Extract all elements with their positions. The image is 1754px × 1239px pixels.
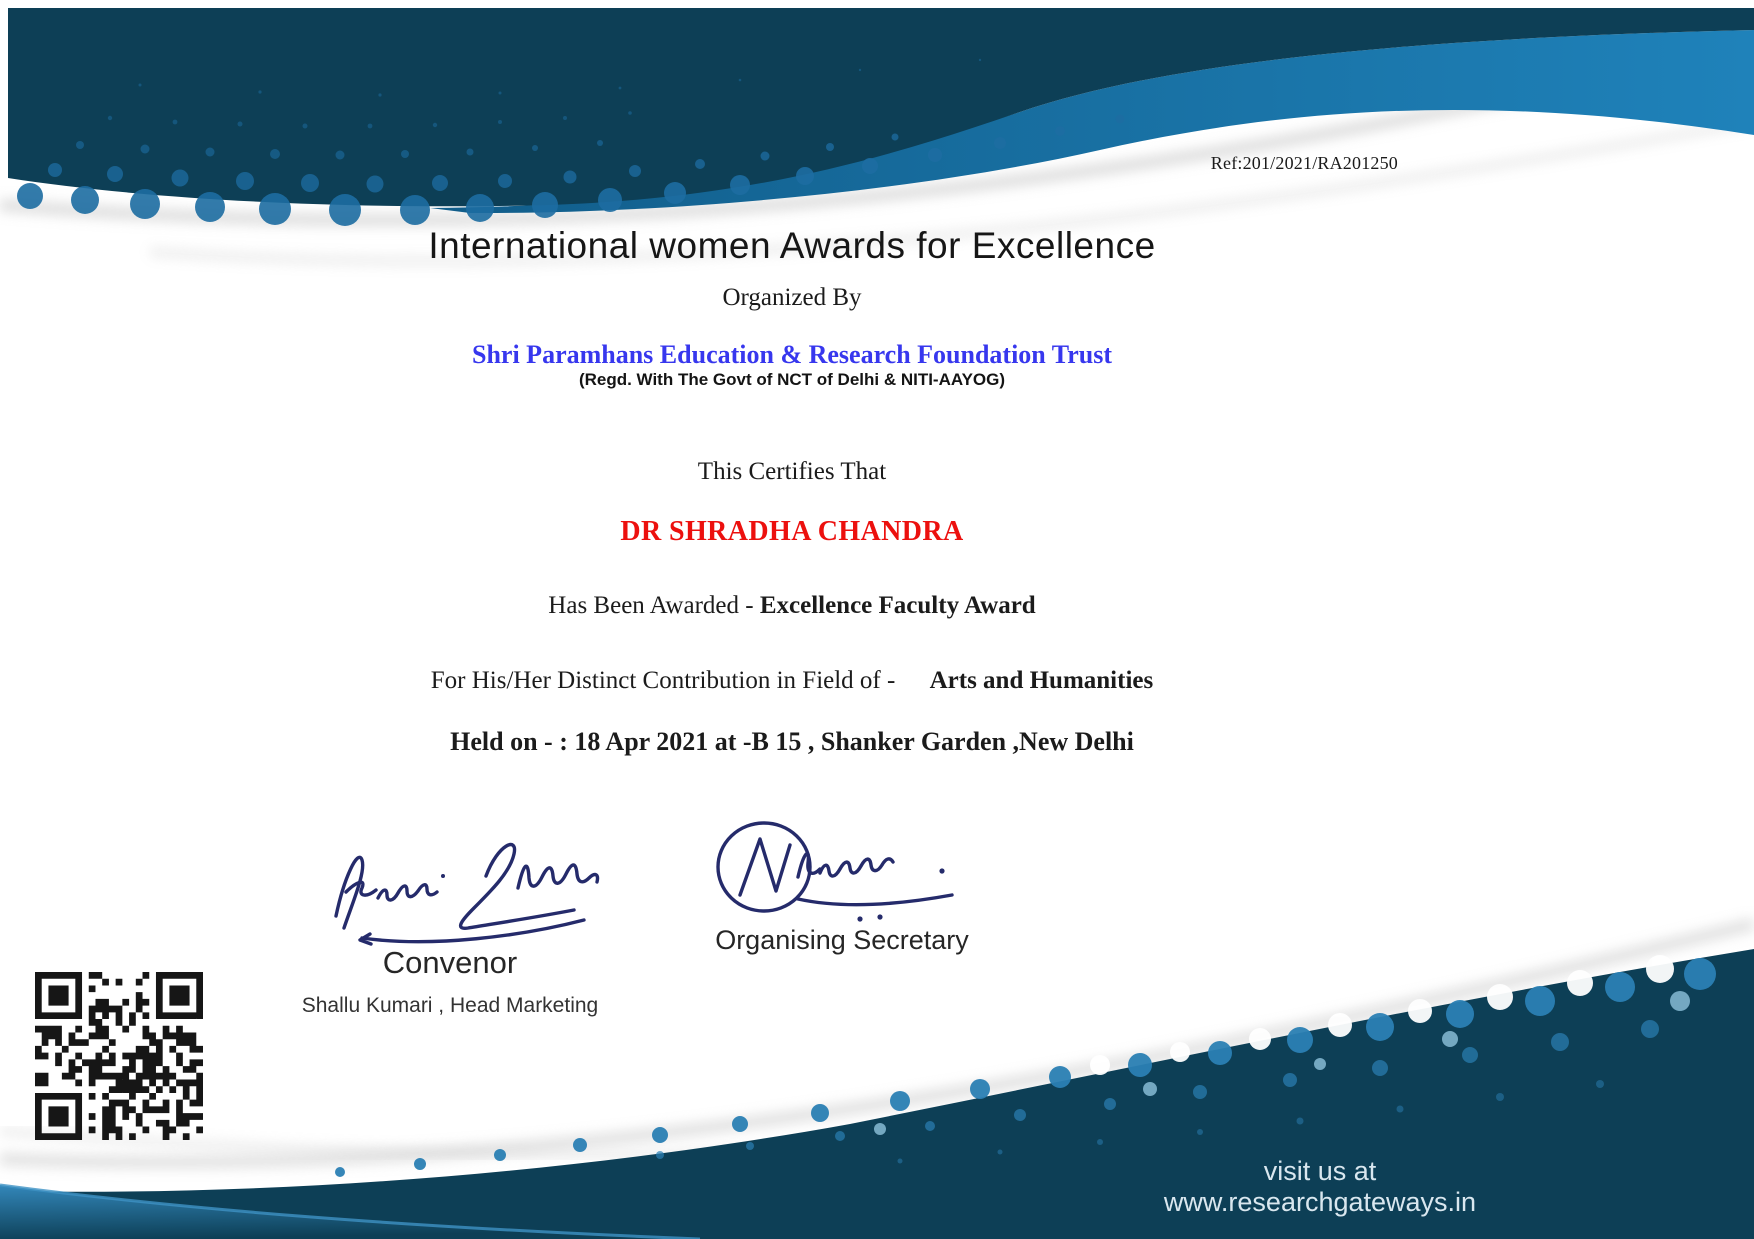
convenor-name: Shallu Kumari , Head Marketing: [301, 994, 599, 1017]
convenor-title: Convenor: [382, 945, 518, 980]
certifies-label: This Certifies That: [697, 458, 887, 485]
field-prefix: For His/Her Distinct Contribution in Fie…: [430, 667, 896, 694]
award-line: Has Been Awarded - Excellence Faculty Aw…: [0, 592, 1584, 620]
field-name: Arts and Humanities: [929, 667, 1154, 694]
organising-secretary-block: Organising Secretary: [692, 925, 992, 956]
certificate-title: International women Awards for Excellenc…: [428, 225, 1156, 266]
reference-number: Ref:201/2021/RA201250: [1210, 153, 1398, 173]
convenor-signature: [334, 842, 600, 946]
qr-code-icon: [35, 972, 203, 1140]
event-details: Held on - : 18 Apr 2021 at -B 15 , Shank…: [450, 727, 1134, 756]
organising-secretary-title: Organising Secretary: [715, 925, 969, 955]
convenor-block: Convenor Shallu Kumari , Head Marketing: [280, 945, 620, 1018]
halftone-dots-top: [17, 58, 1125, 226]
certificate-page: Ref:201/2021/RA201250 International wome…: [0, 0, 1754, 1239]
organising-secretary-signature: [716, 821, 954, 922]
award-prefix: Has Been Awarded -: [548, 592, 754, 619]
organized-by-label: Organized By: [722, 284, 862, 311]
field-line: For His/Her Distinct Contribution in Fie…: [0, 667, 1584, 695]
organization-name: Shri Paramhans Education & Research Foun…: [472, 340, 1112, 369]
website-note: visit us at www.researchgateways.in: [1163, 1156, 1477, 1217]
recipient-name: DR SHRADHA CHANDRA: [620, 516, 964, 547]
registration-note: (Regd. With The Govt of NCT of Delhi & N…: [578, 370, 1006, 389]
award-name: Excellence Faculty Award: [759, 592, 1036, 619]
